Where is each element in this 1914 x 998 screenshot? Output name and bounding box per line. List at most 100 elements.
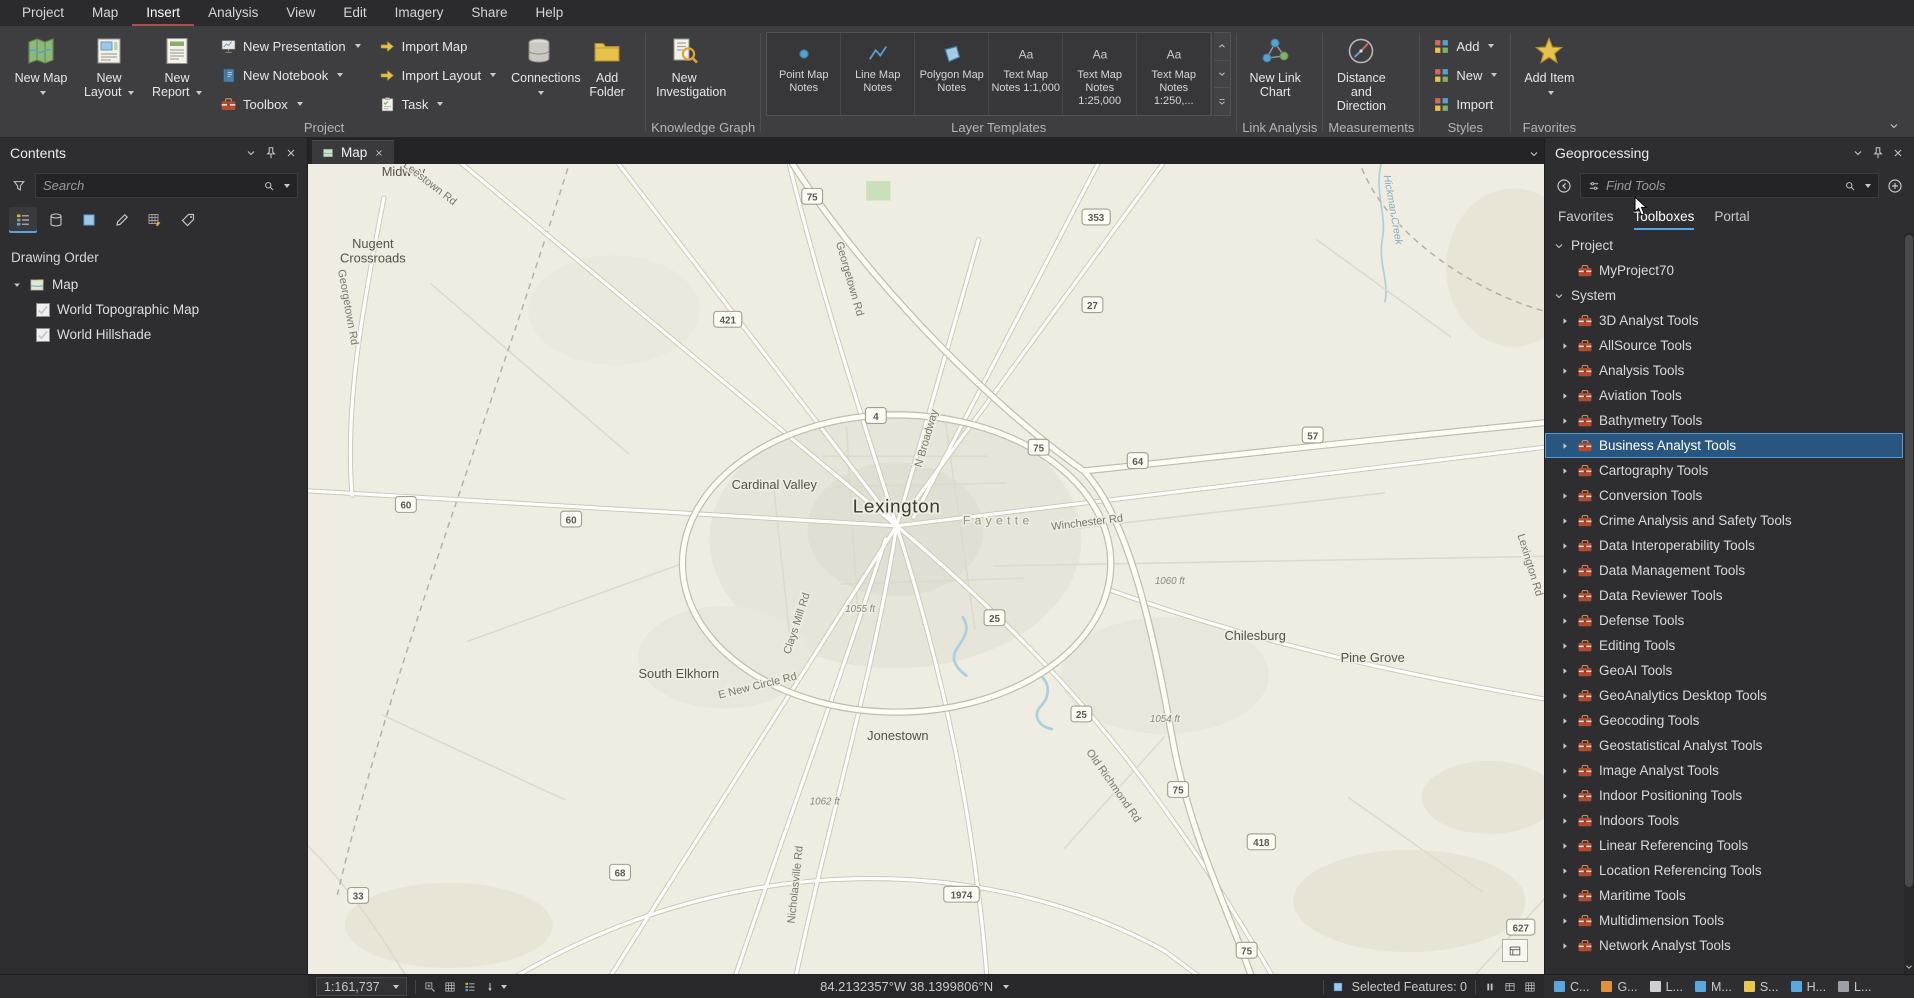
- expander-icon[interactable]: [1559, 566, 1571, 576]
- expander-icon[interactable]: [1559, 691, 1571, 701]
- new-button[interactable]: New: [1425, 61, 1505, 89]
- tab-list-by-editing[interactable]: [108, 207, 136, 233]
- tool-item-image-analyst-tools[interactable]: Image Analyst Tools: [1545, 758, 1903, 783]
- attribute-table-icon[interactable]: [1504, 981, 1516, 993]
- connections-button[interactable]: Connections: [506, 30, 581, 116]
- expander-icon[interactable]: [1559, 366, 1571, 376]
- map-canvas[interactable]: MidwayNugentCrossroadsCardinal ValleySou…: [308, 164, 1544, 974]
- expander-icon[interactable]: [1559, 816, 1571, 826]
- tool-item-geostatistical-analyst-tools[interactable]: Geostatistical Analyst Tools: [1545, 733, 1903, 758]
- find-tools-input[interactable]: Find Tools: [1580, 173, 1879, 198]
- expander-icon[interactable]: [1559, 941, 1571, 951]
- close-icon[interactable]: [1888, 143, 1908, 163]
- expander-icon[interactable]: [1559, 616, 1571, 626]
- tool-item-crime-analysis-and-safety-tools[interactable]: Crime Analysis and Safety Tools: [1545, 508, 1903, 533]
- dock-tab-s[interactable]: S...: [1743, 980, 1779, 994]
- pin-icon[interactable]: [1868, 143, 1888, 163]
- tool-item-bathymetry-tools[interactable]: Bathymetry Tools: [1545, 408, 1903, 433]
- polygon-map-notes-template[interactable]: Polygon Map Notes: [915, 33, 990, 115]
- tool-item-data-interoperability-tools[interactable]: Data Interoperability Tools: [1545, 533, 1903, 558]
- expander-icon[interactable]: [1559, 641, 1571, 651]
- import-button[interactable]: Import: [1425, 90, 1505, 118]
- scrollbar[interactable]: [1904, 233, 1914, 974]
- expander-icon[interactable]: [1559, 516, 1571, 526]
- expander-icon[interactable]: [1559, 666, 1571, 676]
- distance-and-direction-button[interactable]: Distance and Direction: [1328, 30, 1394, 116]
- back-button[interactable]: [1554, 176, 1574, 196]
- menu-tab-analysis[interactable]: Analysis: [194, 0, 272, 26]
- cells-icon[interactable]: [1524, 981, 1536, 993]
- add-button[interactable]: Add: [1425, 32, 1505, 60]
- close-icon[interactable]: [281, 143, 301, 163]
- task-button[interactable]: Task: [371, 90, 505, 118]
- filter-button[interactable]: [9, 176, 29, 196]
- dock-tab-l[interactable]: L...: [1649, 980, 1683, 994]
- tool-item-defense-tools[interactable]: Defense Tools: [1545, 608, 1903, 633]
- flow-direction-icon[interactable]: [484, 981, 507, 993]
- dock-tab-c[interactable]: C...: [1554, 980, 1589, 994]
- new-investigation-button[interactable]: New Investigation: [651, 30, 726, 116]
- pause-drawing-icon[interactable]: [1484, 981, 1496, 993]
- menu-tab-imagery[interactable]: Imagery: [381, 0, 458, 26]
- tool-item-3d-analyst-tools[interactable]: 3D Analyst Tools: [1545, 308, 1903, 333]
- new-presentation-button[interactable]: New Presentation: [212, 32, 369, 60]
- gallery-scroll-down-button[interactable]: [1214, 60, 1231, 89]
- map-coordinates[interactable]: 84.2132357°W 38.1399806°N: [820, 979, 1010, 994]
- text-map-notes-1-25-000-template[interactable]: Text Map Notes 1:25,000: [1063, 33, 1138, 115]
- expander-icon[interactable]: [1559, 541, 1571, 551]
- new-layout-button[interactable]: New Layout: [76, 30, 142, 116]
- expander-icon[interactable]: [1559, 491, 1571, 501]
- text-map-notes-1-250-template[interactable]: Text Map Notes 1:250,...: [1137, 33, 1212, 115]
- point-map-notes-template[interactable]: Point Map Notes: [767, 33, 842, 115]
- tool-item-network-analyst-tools[interactable]: Network Analyst Tools: [1545, 933, 1903, 958]
- grid-icon[interactable]: [444, 981, 456, 993]
- expander-icon[interactable]: [1559, 466, 1571, 476]
- expander-icon[interactable]: [1559, 341, 1571, 351]
- layer-item-world-topographic-map[interactable]: World Topographic Map: [0, 297, 307, 322]
- new-map-button[interactable]: New Map: [8, 30, 74, 116]
- tool-item-business-analyst-tools[interactable]: Business Analyst Tools: [1545, 433, 1903, 458]
- add-item-button[interactable]: Add Item: [1516, 30, 1582, 116]
- pin-icon[interactable]: [261, 143, 281, 163]
- expander-icon[interactable]: [1559, 841, 1571, 851]
- expander-icon[interactable]: [1559, 316, 1571, 326]
- map-scale-select[interactable]: 1:161,737: [316, 977, 407, 996]
- tool-item-data-management-tools[interactable]: Data Management Tools: [1545, 558, 1903, 583]
- new-report-button[interactable]: New Report: [144, 30, 210, 116]
- zoom-selection-icon[interactable]: [424, 981, 436, 993]
- expander-icon[interactable]: [1559, 866, 1571, 876]
- expander-icon[interactable]: [1559, 791, 1571, 801]
- menu-tab-project[interactable]: Project: [8, 0, 78, 26]
- add-tool-button[interactable]: [1885, 176, 1905, 196]
- layer-list-icon[interactable]: [464, 981, 476, 993]
- tool-item-multidimension-tools[interactable]: Multidimension Tools: [1545, 908, 1903, 933]
- tab-list-dropdown-icon[interactable]: [1524, 144, 1544, 164]
- tab-list-by-drawing-order[interactable]: [9, 207, 37, 233]
- tool-item-indoors-tools[interactable]: Indoors Tools: [1545, 808, 1903, 833]
- tool-item-analysis-tools[interactable]: Analysis Tools: [1545, 358, 1903, 383]
- dock-tab-g[interactable]: G...: [1601, 980, 1638, 994]
- tool-item-editing-tools[interactable]: Editing Tools: [1545, 633, 1903, 658]
- menu-tab-insert[interactable]: Insert: [132, 0, 195, 26]
- tab-list-by-selection[interactable]: [75, 207, 103, 233]
- tab-list-by-labeling[interactable]: [174, 207, 202, 233]
- scrollbar-thumb[interactable]: [1905, 235, 1913, 888]
- tool-item-geoanalytics-desktop-tools[interactable]: GeoAnalytics Desktop Tools: [1545, 683, 1903, 708]
- line-map-notes-template[interactable]: Line Map Notes: [841, 33, 916, 115]
- menu-tab-edit[interactable]: Edit: [329, 0, 380, 26]
- add-folder-button[interactable]: Add Folder: [574, 30, 640, 116]
- menu-tab-help[interactable]: Help: [521, 0, 577, 26]
- expander-icon[interactable]: [1559, 891, 1571, 901]
- text-map-notes-1-1-000-template[interactable]: Text Map Notes 1:1,000: [989, 33, 1064, 115]
- tool-item-maritime-tools[interactable]: Maritime Tools: [1545, 883, 1903, 908]
- tool-item-indoor-positioning-tools[interactable]: Indoor Positioning Tools: [1545, 783, 1903, 808]
- dock-tab-h[interactable]: H...: [1790, 980, 1826, 994]
- new-link-chart-button[interactable]: New Link Chart: [1242, 30, 1308, 116]
- import-map-button[interactable]: Import Map: [371, 32, 505, 60]
- layer-item-world-hillshade[interactable]: World Hillshade: [0, 322, 307, 347]
- panel-menu-icon[interactable]: [1848, 143, 1868, 163]
- layer-checkbox[interactable]: [36, 302, 50, 317]
- tool-item-cartography-tools[interactable]: Cartography Tools: [1545, 458, 1903, 483]
- expander-icon[interactable]: [1559, 591, 1571, 601]
- dock-tab-l[interactable]: L...: [1838, 980, 1871, 994]
